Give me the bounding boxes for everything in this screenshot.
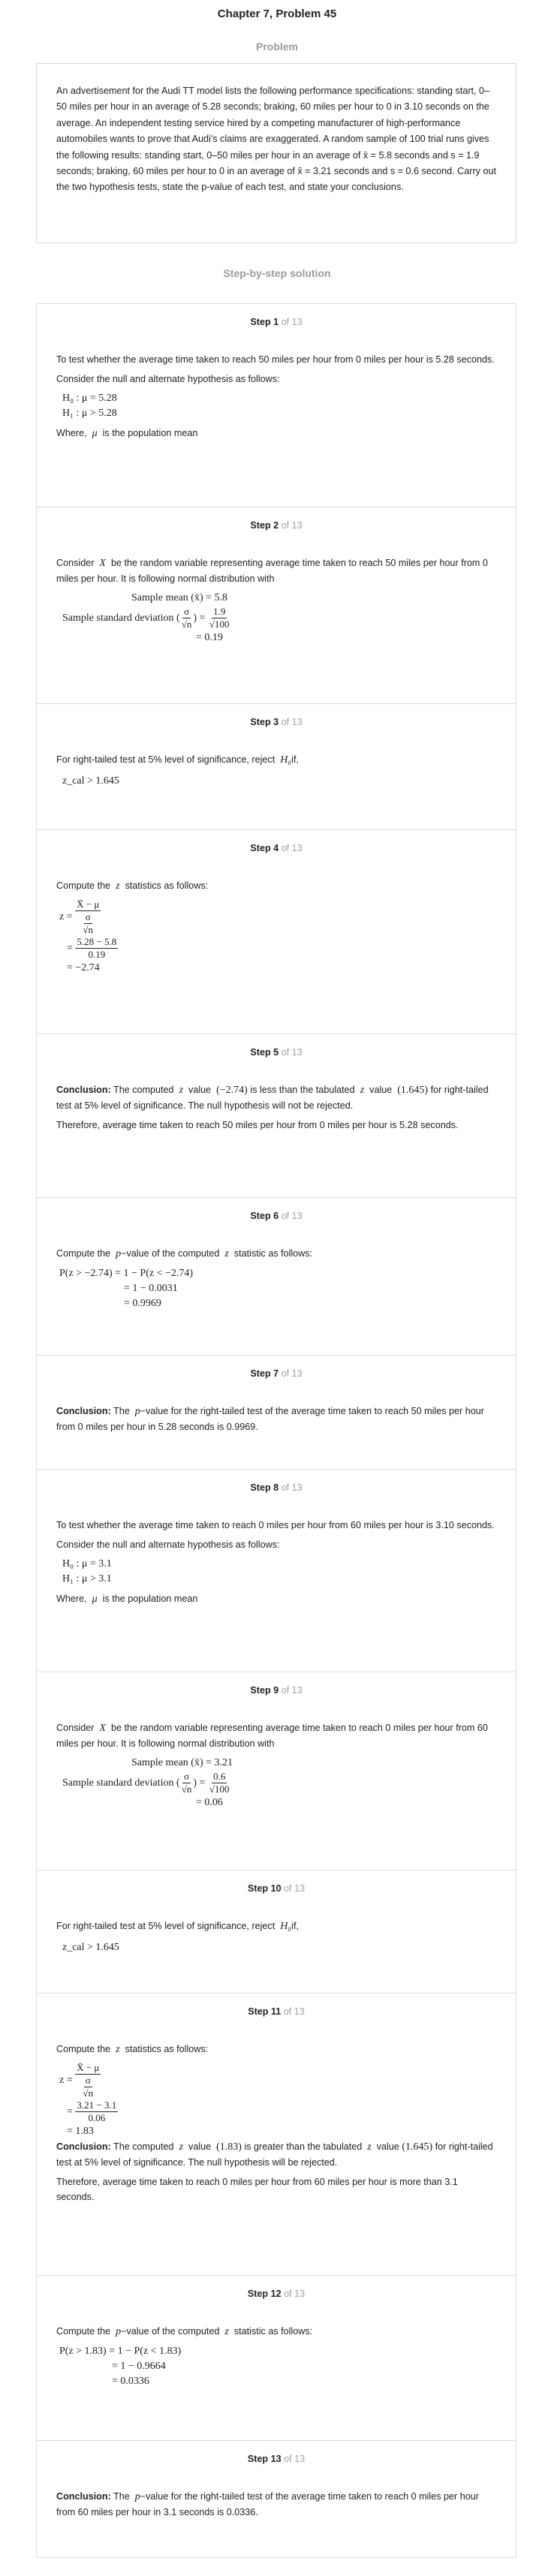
- step-header: Step 10 of 13: [247, 1883, 306, 1894]
- step-header: Step 5 of 13: [250, 1047, 303, 1058]
- sample-mean: Sample mean (x̄) = 3.21: [131, 1757, 233, 1768]
- hypothesis-null: H₀ : μ = 5.28: [62, 393, 117, 404]
- step-header: Step 3 of 13: [250, 717, 303, 727]
- z-result: = −2.74: [67, 962, 100, 974]
- step-header: Step 12 of 13: [247, 2289, 306, 2299]
- step-header: Step 1 of 13: [250, 317, 303, 327]
- problem-text: An advertisement for the Audi TT model l…: [56, 86, 496, 193]
- hypothesis-alt: H₁ : μ > 5.28: [62, 408, 117, 419]
- z-formula: z = X̄ − μ σ √n: [59, 898, 101, 935]
- step-text: To test whether the average time taken t…: [56, 354, 495, 365]
- step-text: Compute the p−value of the computed z st…: [56, 1248, 313, 1259]
- step-card: Step 7 of 13 Conclusion: The p−value for…: [36, 1356, 516, 1470]
- step-text: Where, μ is the population mean: [56, 1593, 198, 1605]
- z-formula: z = X̄ − μ σ √n: [59, 2062, 101, 2099]
- step-text: Therefore, average time taken to reach 0…: [56, 2177, 458, 2202]
- step-card: Step 13 of 13 Conclusion: The p−value fo…: [36, 2441, 516, 2558]
- step-text: For right-tailed test at 5% level of sig…: [56, 754, 299, 766]
- sample-mean: Sample mean (x̄) = 5.8: [131, 592, 228, 603]
- conclusion-text: Conclusion: The computed z value (−2.74)…: [56, 1085, 489, 1111]
- step-card: Step 2 of 13 Consider X be the random va…: [36, 507, 516, 704]
- conclusion-text: Conclusion: The computed z value (1.83) …: [56, 2141, 493, 2168]
- step-header: Step 8 of 13: [250, 1482, 303, 1493]
- sample-sd-value: = 0.06: [196, 1797, 223, 1808]
- step-card: Step 8 of 13 To test whether the average…: [36, 1470, 516, 1672]
- p-value-result: = 0.0336: [112, 2376, 149, 2387]
- p-value-result: = 0.9969: [124, 1298, 161, 1309]
- step-card: Step 11 of 13 Compute the z statistics a…: [36, 1994, 516, 2276]
- step-text: Compute the z statistics as follows:: [56, 880, 209, 892]
- step-text: Consider X be the random variable repres…: [56, 1723, 488, 1749]
- step-card: Step 5 of 13 Conclusion: The computed z …: [36, 1034, 516, 1198]
- conclusion-text: Conclusion: The p−value for the right-ta…: [56, 1406, 484, 1432]
- p-value-expression: P(z > −2.74) = 1 − P(z < −2.74): [59, 1268, 194, 1279]
- p-value-expression: P(z > 1.83) = 1 − P(z < 1.83): [59, 2346, 182, 2357]
- problem-section-label: Problem: [255, 41, 298, 53]
- step-card: Step 3 of 13 For right-tailed test at 5%…: [36, 704, 516, 830]
- step-card: Step 1 of 13 To test whether the average…: [36, 303, 516, 507]
- step-header: Step 6 of 13: [250, 1211, 303, 1221]
- step-header: Step 9 of 13: [250, 1685, 303, 1696]
- step-text: Therefore, average time taken to reach 5…: [56, 1120, 459, 1130]
- conclusion-text: Conclusion: The p−value for the right-ta…: [56, 2491, 479, 2517]
- rejection-rule: z_cal > 1.645: [62, 775, 119, 787]
- step-header: Step 13 of 13: [247, 2454, 306, 2464]
- rejection-rule: z_cal > 1.645: [62, 1942, 119, 1953]
- sample-sd: Sample standard deviation (σ √n) = 0.6 √10…: [62, 1771, 230, 1795]
- step-text: To test whether the average time taken t…: [56, 1520, 495, 1530]
- step-card: Step 6 of 13 Compute the p−value of the …: [36, 1198, 516, 1356]
- step-header: Step 2 of 13: [250, 520, 303, 531]
- solution-section-label: Step-by-step solution: [223, 267, 331, 279]
- step-card: Step 4 of 13 Compute the z statistics as…: [36, 830, 516, 1034]
- step-text: Compute the z statistics as follows:: [56, 2044, 209, 2055]
- step-header: Step 4 of 13: [250, 843, 303, 853]
- page-title: Chapter 7, Problem 45: [217, 8, 337, 20]
- z-substitution: = 5.28 − 5.8 0.19: [67, 936, 119, 960]
- hypothesis-null: H₀ : μ = 3.1: [62, 1558, 112, 1569]
- step-card: Step 12 of 13 Compute the p−value of the…: [36, 2276, 516, 2441]
- step-text: Consider the null and alternate hypothes…: [56, 1539, 280, 1550]
- problem-card: An advertisement for the Audi TT model l…: [36, 63, 516, 243]
- sample-sd: Sample standard deviation (σ √n) = 1.9 √10…: [62, 606, 230, 630]
- step-header: Step 11 of 13: [248, 2006, 305, 2017]
- p-value-substitution: = 1 − 0.9664: [112, 2361, 166, 2372]
- step-card: Step 9 of 13 Consider X be the random va…: [36, 1672, 516, 1870]
- sample-sd-value: = 0.19: [196, 632, 223, 643]
- z-substitution: = 3.21 − 3.1 0.06: [67, 2099, 119, 2123]
- step-card: Step 10 of 13 For right-tailed test at 5…: [36, 1870, 516, 1994]
- step-text: For right-tailed test at 5% level of sig…: [56, 1921, 299, 1932]
- step-text: Consider the null and alternate hypothes…: [56, 374, 280, 384]
- step-text: Consider X be the random variable repres…: [56, 558, 488, 584]
- step-text: Where, μ is the population mean: [56, 428, 198, 439]
- step-text: Compute the p−value of the computed z st…: [56, 2326, 313, 2337]
- p-value-substitution: = 1 − 0.0031: [124, 1283, 178, 1294]
- step-header: Step 7 of 13: [250, 1368, 303, 1379]
- z-result: = 1.83: [67, 2126, 94, 2137]
- hypothesis-alt: H₁ : μ > 3.1: [62, 1573, 112, 1584]
